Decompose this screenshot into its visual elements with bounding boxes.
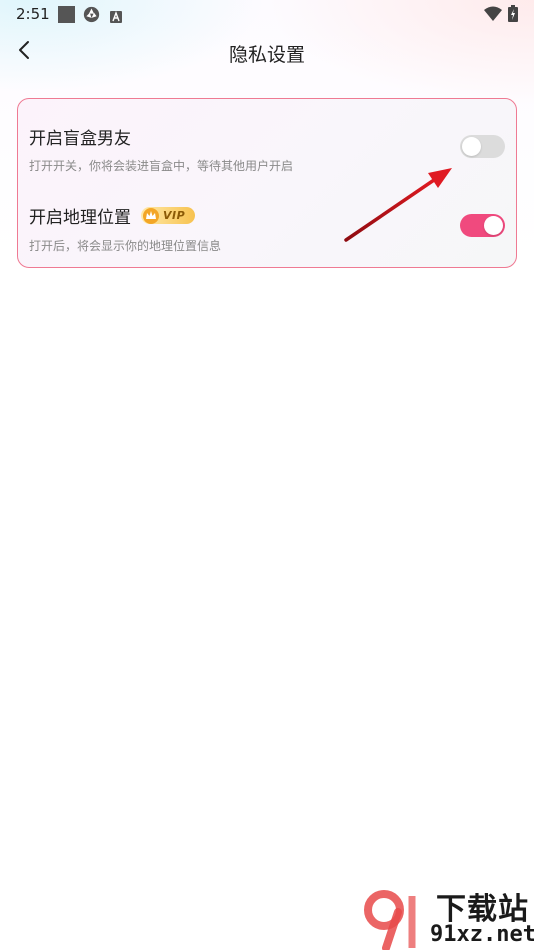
toggle-knob — [462, 137, 481, 156]
vip-badge-text: VIP — [163, 209, 186, 222]
toggle-knob — [484, 216, 503, 235]
wifi-icon — [484, 6, 502, 25]
status-time: 2:51 — [16, 5, 50, 23]
square-icon — [58, 6, 75, 27]
setting-title-text: 开启盲盒男友 — [29, 129, 131, 149]
setting-description: 打开开关，你将会装进盲盒中，等待其他用户开启 — [29, 159, 294, 173]
setting-title-text: 开启地理位置 — [29, 208, 131, 228]
watermark-9-icon — [364, 890, 416, 950]
watermark-text-bottom: 91xz.net — [430, 922, 534, 947]
status-bar: 2:51 — [0, 0, 534, 28]
blind-box-toggle[interactable] — [460, 135, 505, 158]
location-toggle[interactable] — [460, 214, 505, 237]
app-bar: 隐私设置 — [0, 28, 534, 80]
font-a-icon — [110, 8, 122, 27]
battery-icon — [508, 5, 518, 26]
setting-description: 打开后，将会显示你的地理位置信息 — [29, 239, 222, 253]
privacy-settings-card: 开启盲盒男友 打开开关，你将会装进盲盒中，等待其他用户开启 开启地理位置 VIP… — [17, 98, 517, 268]
page-title: 隐私设置 — [228, 44, 305, 66]
setting-title: 开启盲盒男友 — [29, 124, 131, 149]
setting-row-location: 开启地理位置 VIP 打开后，将会显示你的地理位置信息 — [18, 179, 516, 259]
watermark-logo: 下载站 91xz.net — [360, 884, 534, 950]
aperture-icon — [83, 6, 100, 27]
crown-icon — [143, 207, 159, 224]
setting-title: 开启地理位置 VIP — [29, 203, 195, 228]
vip-badge: VIP — [141, 207, 195, 224]
setting-row-blind-box: 开启盲盒男友 打开开关，你将会装进盲盒中，等待其他用户开启 — [18, 99, 516, 179]
